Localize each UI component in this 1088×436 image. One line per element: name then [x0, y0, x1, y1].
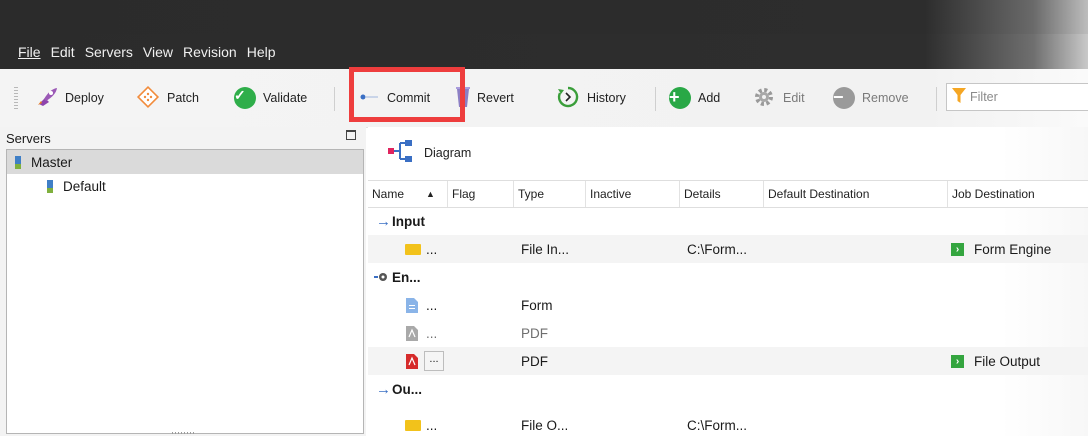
row-name: ...	[426, 241, 438, 257]
tree-item-master[interactable]: Master	[7, 150, 363, 174]
gear-icon	[752, 85, 776, 112]
column-header-job-destination[interactable]: Job Destination	[948, 181, 1088, 207]
diagram-label: Diagram	[424, 145, 472, 160]
plus-icon: +	[669, 87, 691, 109]
remove-button[interactable]: − Remove	[833, 87, 909, 109]
filter-input[interactable]: Filter	[946, 83, 1088, 111]
row-name: ...	[426, 325, 438, 341]
patch-label: Patch	[167, 91, 199, 105]
row-job-destination: › File Output	[951, 347, 1040, 375]
servers-panel: Servers Master Default	[0, 127, 366, 436]
filter-placeholder: Filter	[970, 90, 998, 104]
group-name: Ou...	[392, 381, 422, 397]
server-icon	[15, 155, 21, 169]
history-label: History	[587, 91, 626, 105]
menu-view[interactable]: View	[143, 44, 173, 60]
row-type: Form	[521, 297, 553, 313]
edit-label: Edit	[783, 91, 805, 105]
toolbar-grip[interactable]	[14, 87, 18, 109]
add-button[interactable]: + Add	[669, 87, 720, 109]
table-row[interactable]: ... File O... C:\Form...	[368, 417, 1088, 436]
column-header-row: Name ▲ Flag Type Inactive Details Defaul…	[368, 180, 1088, 208]
pdf-red-icon	[406, 347, 418, 375]
revert-label: Revert	[477, 91, 514, 105]
folder-icon	[405, 417, 421, 436]
table-row[interactable]: ... Form	[368, 291, 1088, 319]
row-details: C:\Form...	[687, 241, 747, 257]
rocket-icon	[36, 87, 58, 110]
table-row[interactable]: ... PDF	[368, 319, 1088, 347]
history-button[interactable]: History	[556, 85, 626, 112]
edit-button[interactable]: Edit	[752, 87, 805, 109]
menu-edit[interactable]: Edit	[51, 44, 75, 60]
diagram-icon	[386, 139, 414, 166]
validate-button[interactable]: ✓ Validate	[234, 87, 307, 109]
toolbar-separator	[334, 87, 335, 111]
menu-help[interactable]: Help	[247, 44, 276, 60]
column-header-inactive[interactable]: Inactive	[586, 181, 680, 207]
history-icon	[556, 85, 580, 112]
deploy-button[interactable]: Deploy	[36, 87, 104, 109]
diagram-button[interactable]: Diagram	[386, 139, 471, 166]
tree-item-label: Default	[63, 178, 106, 194]
undock-icon[interactable]	[346, 130, 356, 140]
remove-label: Remove	[862, 91, 909, 105]
table-row-group[interactable]: → Ou...	[368, 375, 1088, 403]
menu-servers[interactable]: Servers	[85, 44, 133, 60]
filter-funnel-icon	[952, 87, 966, 107]
table-row[interactable]: ... PDF › File Output	[368, 347, 1088, 375]
column-header-details[interactable]: Details	[680, 181, 764, 207]
sort-ascending-icon: ▲	[426, 189, 435, 199]
arrow-right-icon: →	[376, 212, 391, 230]
toolbar-separator	[655, 87, 656, 111]
form-doc-icon	[406, 291, 418, 319]
patch-icon	[136, 85, 160, 112]
commit-highlight-box	[349, 67, 465, 122]
group-name: En...	[392, 269, 421, 285]
row-type: File O...	[521, 417, 569, 433]
tree-item-default[interactable]: Default	[7, 174, 363, 198]
row-type: PDF	[521, 353, 548, 369]
row-name: ...	[426, 297, 438, 313]
menu-bar: File Edit Servers View Revision Help	[0, 34, 1088, 69]
validate-label: Validate	[263, 91, 308, 105]
servers-panel-title: Servers	[6, 131, 51, 146]
server-icon	[47, 179, 53, 193]
pdf-gray-icon	[406, 319, 418, 347]
minus-icon: −	[833, 87, 855, 109]
servers-tree: Master Default	[6, 149, 364, 434]
table-row-group[interactable]: En...	[368, 263, 1088, 291]
row-job-destination: › Form Engine	[951, 235, 1051, 263]
row-name: ...	[426, 417, 438, 433]
column-header-flag[interactable]: Flag	[448, 181, 514, 207]
table-row[interactable]: ... File In... C:\Form... › Form Engine	[368, 235, 1088, 263]
group-name: Input	[392, 213, 425, 229]
checkmark-icon: ✓	[234, 87, 256, 109]
add-label: Add	[698, 91, 721, 105]
menu-revision[interactable]: Revision	[183, 44, 237, 60]
table-row-group[interactable]: → Input	[368, 207, 1088, 235]
engine-icon	[374, 263, 390, 291]
menu-file[interactable]: File	[18, 44, 41, 60]
row-details: C:\Form...	[687, 417, 747, 433]
column-header-default-destination[interactable]: Default Destination	[764, 181, 948, 207]
row-type: PDF	[521, 325, 548, 341]
column-header-name[interactable]: Name ▲	[368, 181, 448, 207]
row-type: File In...	[521, 241, 570, 257]
folder-icon	[405, 235, 421, 263]
tree-item-label: Master	[31, 154, 73, 170]
toolbar: Deploy Patch ✓ Validate Commit Revert Hi…	[0, 69, 1088, 128]
play-arrow-icon: ›	[951, 354, 964, 368]
play-arrow-icon: ›	[951, 242, 964, 256]
row-edit-button[interactable]: ...	[424, 347, 444, 375]
patch-button[interactable]: Patch	[136, 85, 199, 112]
toolbar-separator	[936, 87, 937, 111]
arrow-right-icon: →	[376, 380, 391, 398]
column-header-type[interactable]: Type	[514, 181, 586, 207]
deploy-label: Deploy	[65, 91, 104, 105]
splitter-grip[interactable]	[172, 432, 194, 434]
title-bar	[0, 0, 1088, 34]
main-panel: Diagram Name ▲ Flag Type Inactive Detail…	[368, 127, 1088, 436]
